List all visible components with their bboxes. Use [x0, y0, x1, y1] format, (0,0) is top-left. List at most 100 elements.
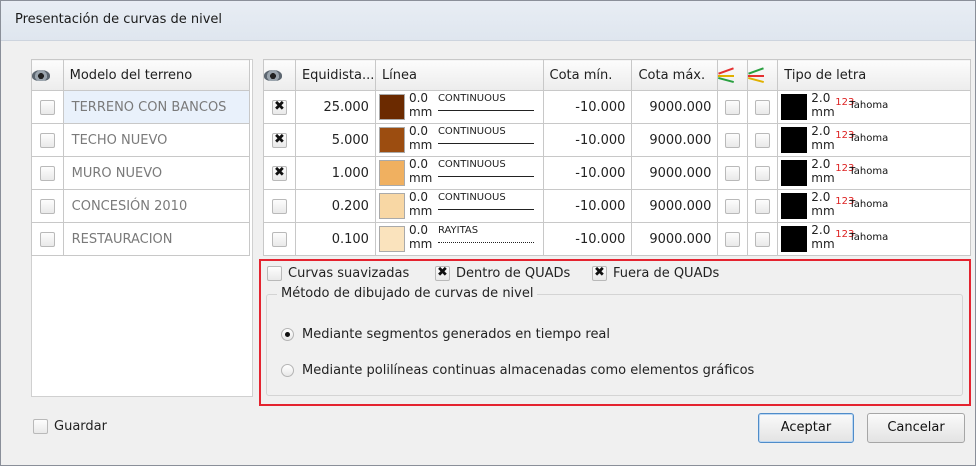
- model-visible-checkbox[interactable]: [39, 99, 55, 115]
- line-style-cell[interactable]: 0.0 mm CONTINUOUS: [374, 90, 544, 124]
- model-visible-checkbox[interactable]: [39, 198, 55, 214]
- label-cell[interactable]: [747, 123, 779, 157]
- model-name[interactable]: TERRENO CON BANCOS: [62, 90, 251, 124]
- cancel-button[interactable]: Cancelar: [867, 413, 965, 443]
- label-cell[interactable]: [747, 156, 779, 190]
- curve-visible-cell[interactable]: [263, 123, 296, 157]
- method-option-1[interactable]: Mediante segmentos generados en tiempo r…: [281, 327, 610, 342]
- font-color-swatch[interactable]: [781, 193, 808, 219]
- cota-min-value[interactable]: -10.000: [542, 189, 633, 223]
- font-color-swatch[interactable]: [781, 94, 808, 120]
- curve-visible-cell[interactable]: [263, 90, 296, 124]
- smooth-checkbox[interactable]: [725, 198, 741, 214]
- label-cell[interactable]: [747, 222, 779, 256]
- smooth-cell[interactable]: [717, 90, 749, 124]
- model-visible-checkbox[interactable]: [39, 165, 55, 181]
- curve-visible-checkbox[interactable]: [271, 198, 287, 214]
- smooth-checkbox[interactable]: [725, 165, 741, 181]
- font-cell[interactable]: 2.0 mm 123 Tahoma: [777, 222, 971, 256]
- model-name[interactable]: RESTAURACION: [62, 222, 251, 256]
- inside-quads-checkbox[interactable]: [435, 265, 450, 281]
- table-row[interactable]: CONCESIÓN 2010: [31, 189, 251, 223]
- smooth-cell[interactable]: [717, 222, 749, 256]
- curve-visible-checkbox[interactable]: [271, 132, 287, 148]
- equidistance-header[interactable]: Equidista...: [294, 59, 376, 91]
- font-color-swatch[interactable]: [781, 226, 808, 252]
- smooth-checkbox[interactable]: [725, 99, 741, 115]
- equidistance-value[interactable]: 25.000: [294, 90, 376, 124]
- save-checkbox[interactable]: [33, 419, 48, 434]
- label-cell[interactable]: [747, 189, 779, 223]
- line-style-cell[interactable]: 0.0 mm RAYITAS: [374, 222, 544, 256]
- line-style-cell[interactable]: 0.0 mm CONTINUOUS: [374, 189, 544, 223]
- cota-min-header[interactable]: Cota mín.: [542, 59, 633, 91]
- equidistance-value[interactable]: 1.000: [294, 156, 376, 190]
- curve-visible-cell[interactable]: [263, 189, 296, 223]
- model-visible-checkbox[interactable]: [39, 132, 55, 148]
- equidistance-value[interactable]: 5.000: [294, 123, 376, 157]
- table-row[interactable]: 5.000 0.0 mm CONTINUOUS -10.000 9000.000…: [263, 123, 971, 157]
- table-row[interactable]: 0.200 0.0 mm CONTINUOUS -10.000 9000.000…: [263, 189, 971, 223]
- font-color-swatch[interactable]: [781, 160, 808, 186]
- table-row[interactable]: TERRENO CON BANCOS: [31, 90, 251, 124]
- method-radio-2[interactable]: [281, 364, 294, 377]
- cota-min-value[interactable]: -10.000: [542, 90, 633, 124]
- label-checkbox[interactable]: [755, 132, 771, 148]
- curve-visible-checkbox[interactable]: [271, 165, 287, 181]
- smooth-checkbox[interactable]: [725, 231, 741, 247]
- cota-min-value[interactable]: -10.000: [542, 123, 633, 157]
- save-option[interactable]: Guardar: [33, 419, 107, 434]
- cota-max-value[interactable]: 9000.000: [631, 90, 719, 124]
- cota-min-value[interactable]: -10.000: [542, 222, 633, 256]
- label-checkbox[interactable]: [755, 99, 771, 115]
- label-header[interactable]: [747, 59, 779, 91]
- model-name[interactable]: TECHO NUEVO: [62, 123, 251, 157]
- smoothed-checkbox[interactable]: [267, 266, 282, 281]
- cota-max-header[interactable]: Cota máx.: [631, 59, 719, 91]
- cota-max-value[interactable]: 9000.000: [631, 123, 719, 157]
- table-row[interactable]: 0.100 0.0 mm RAYITAS -10.000 9000.000 2.…: [263, 222, 971, 256]
- cota-min-value[interactable]: -10.000: [542, 156, 633, 190]
- table-row[interactable]: 1.000 0.0 mm CONTINUOUS -10.000 9000.000…: [263, 156, 971, 190]
- outside-quads-option[interactable]: Fuera de QUADs: [592, 265, 719, 281]
- smooth-cell[interactable]: [717, 123, 749, 157]
- table-row[interactable]: 25.000 0.0 mm CONTINUOUS -10.000 9000.00…: [263, 90, 971, 124]
- smooth-cell[interactable]: [717, 156, 749, 190]
- curve-visible-checkbox[interactable]: [271, 99, 287, 115]
- label-cell[interactable]: [747, 90, 779, 124]
- table-row[interactable]: RESTAURACION: [31, 222, 251, 256]
- equidistance-value[interactable]: 0.100: [294, 222, 376, 256]
- method-radio-1[interactable]: [281, 328, 294, 341]
- table-row[interactable]: MURO NUEVO: [31, 156, 251, 190]
- model-visible-checkbox[interactable]: [39, 231, 55, 247]
- curve-visible-cell[interactable]: [263, 222, 296, 256]
- font-color-swatch[interactable]: [781, 127, 808, 153]
- models-name-header[interactable]: Modelo del terreno: [62, 59, 251, 91]
- equidistance-value[interactable]: 0.200: [294, 189, 376, 223]
- cota-max-value[interactable]: 9000.000: [631, 189, 719, 223]
- table-row[interactable]: TECHO NUEVO: [31, 123, 251, 157]
- outside-quads-checkbox[interactable]: [592, 265, 607, 281]
- smooth-header[interactable]: [717, 59, 749, 91]
- font-cell[interactable]: 2.0 mm 123 Tahoma: [777, 90, 971, 124]
- line-style-cell[interactable]: 0.0 mm CONTINUOUS: [374, 156, 544, 190]
- smoothed-option[interactable]: Curvas suavizadas: [267, 266, 409, 281]
- label-checkbox[interactable]: [755, 165, 771, 181]
- model-name[interactable]: CONCESIÓN 2010: [62, 189, 251, 223]
- line-color-swatch[interactable]: [378, 226, 405, 252]
- method-option-2[interactable]: Mediante polilíneas continuas almacenada…: [281, 363, 754, 378]
- curves-visible-header[interactable]: [263, 59, 296, 91]
- line-color-swatch[interactable]: [378, 94, 405, 120]
- line-header[interactable]: Línea: [374, 59, 544, 91]
- smooth-cell[interactable]: [717, 189, 749, 223]
- font-header[interactable]: Tipo de letra: [777, 59, 971, 91]
- cota-max-value[interactable]: 9000.000: [631, 222, 719, 256]
- accept-button[interactable]: Aceptar: [758, 413, 854, 443]
- inside-quads-option[interactable]: Dentro de QUADs: [435, 265, 570, 281]
- model-name[interactable]: MURO NUEVO: [62, 156, 251, 190]
- label-checkbox[interactable]: [755, 231, 771, 247]
- line-style-cell[interactable]: 0.0 mm CONTINUOUS: [374, 123, 544, 157]
- curve-visible-checkbox[interactable]: [271, 231, 287, 247]
- curve-visible-cell[interactable]: [263, 156, 296, 190]
- smooth-checkbox[interactable]: [725, 132, 741, 148]
